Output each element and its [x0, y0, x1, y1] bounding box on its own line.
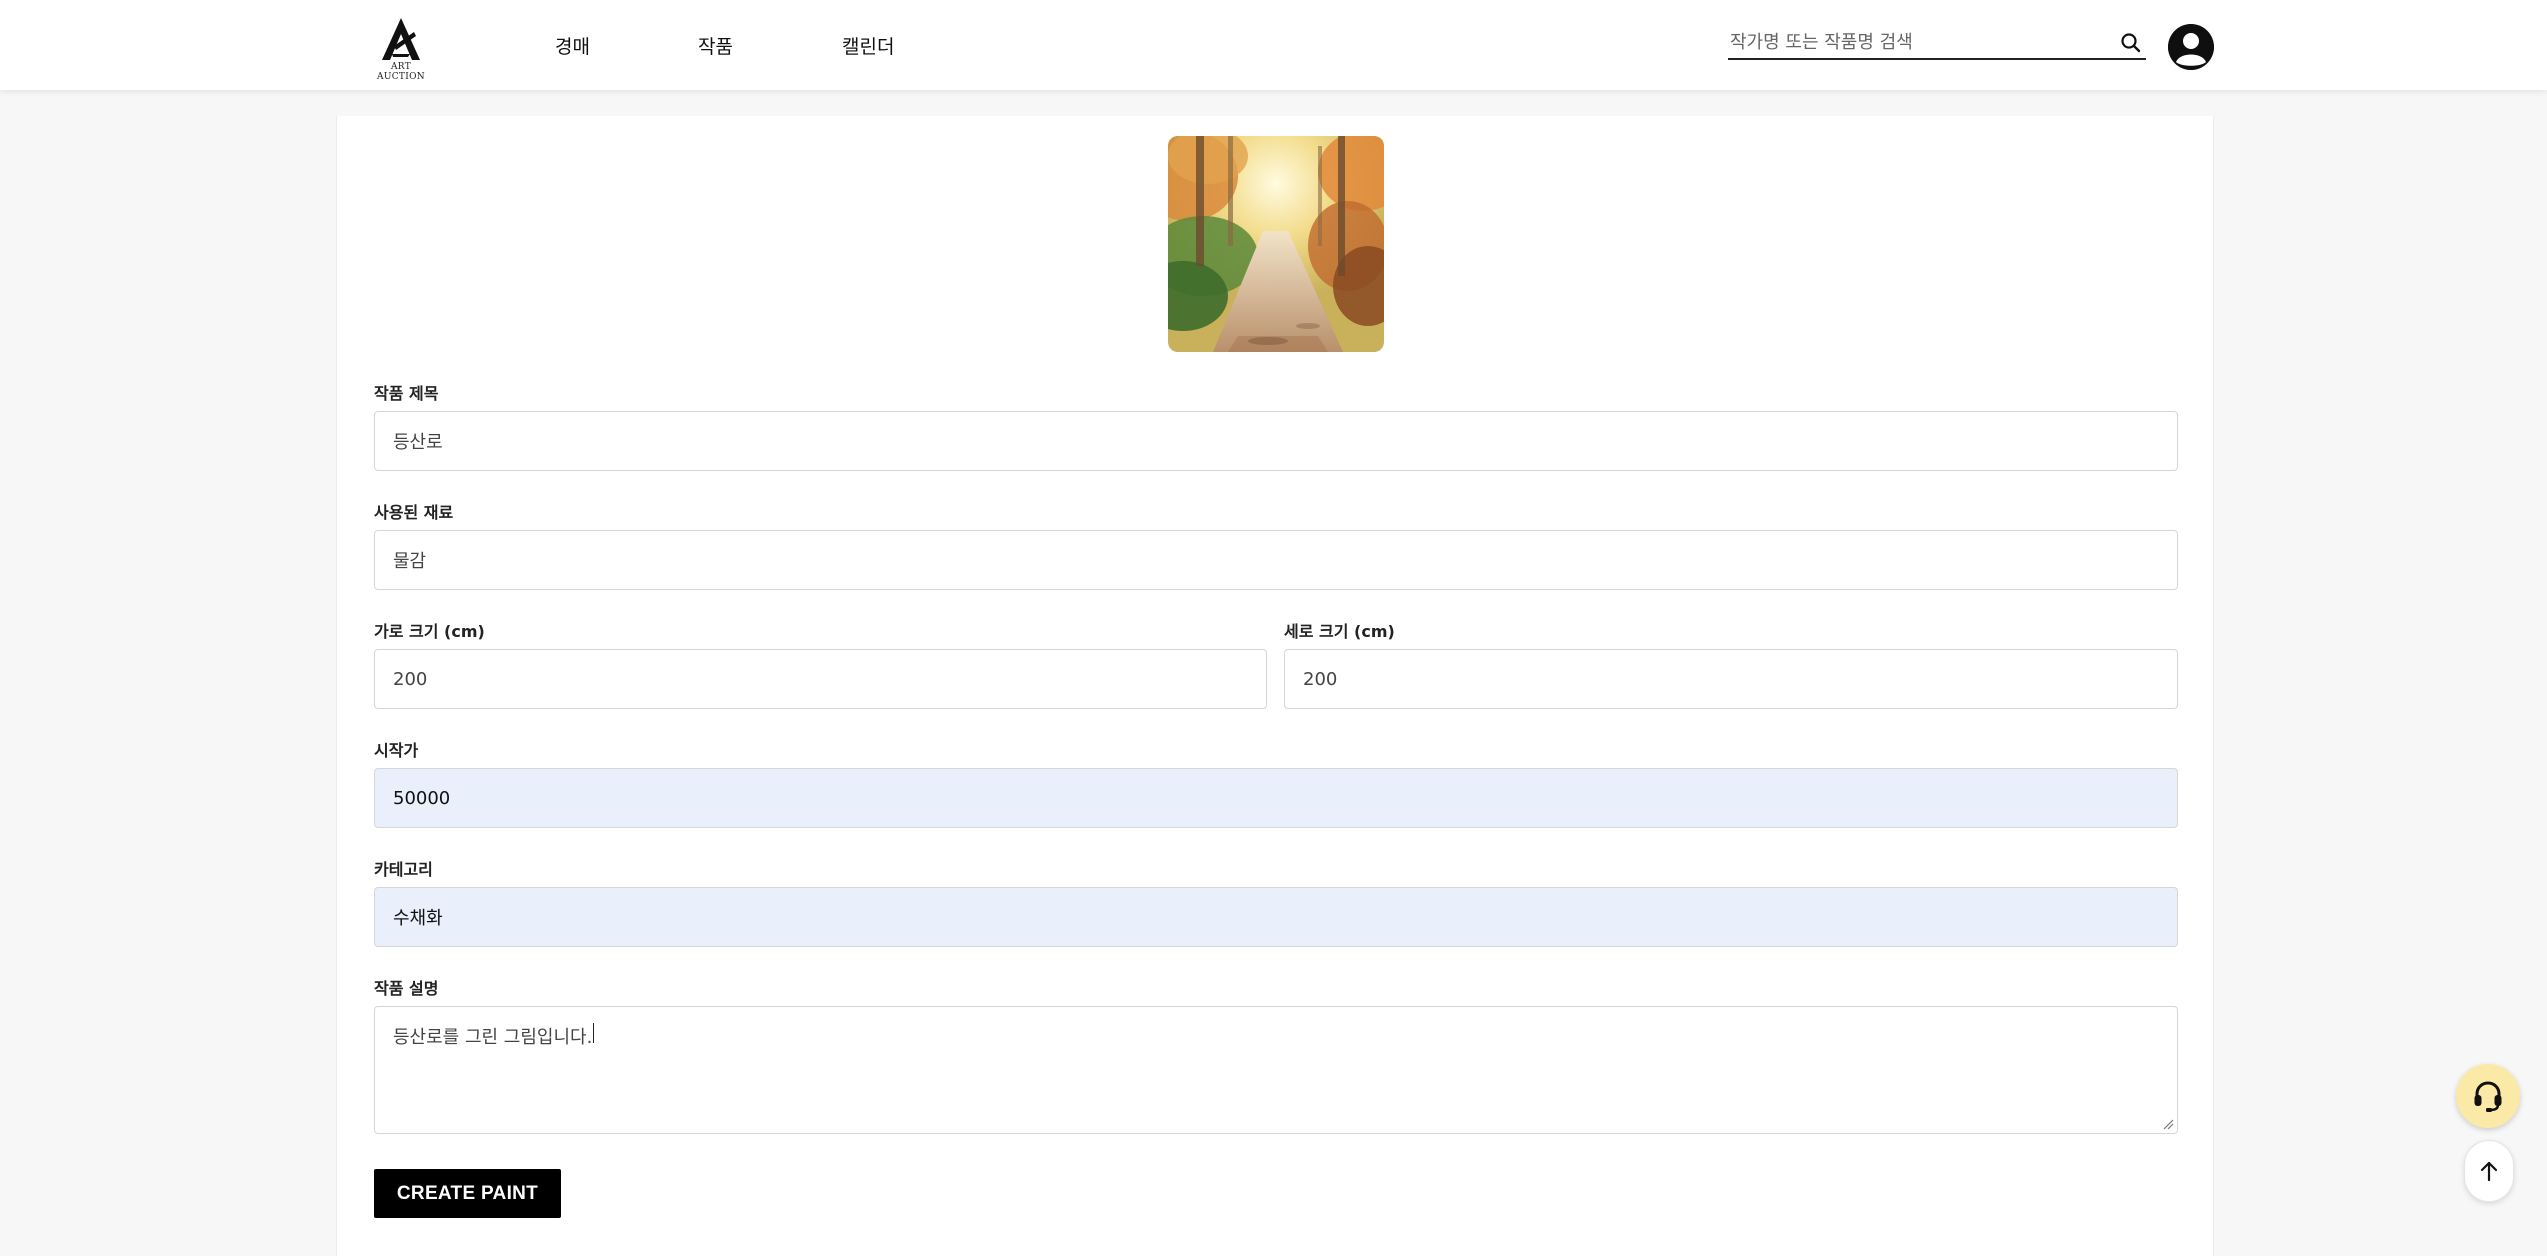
title-input[interactable]: 등산로: [374, 411, 2178, 471]
title-label: 작품 제목: [374, 384, 439, 403]
logo-text: ART AUCTION: [377, 62, 425, 82]
height-input[interactable]: 200: [1284, 649, 2178, 709]
width-label: 가로 크기 (cm): [374, 622, 485, 641]
top-header: ART AUCTION 경매 작품 캘린더: [0, 0, 2547, 90]
search-icon[interactable]: [2120, 32, 2142, 54]
description-label: 작품 설명: [374, 979, 439, 998]
create-artwork-panel: 작품 제목 등산로 사용된 재료 물감 가로 크기 (cm) 200 세로 크기…: [336, 116, 2214, 1256]
height-label: 세로 크기 (cm): [1284, 622, 1395, 641]
text-caret: [593, 1023, 595, 1043]
category-input[interactable]: 수채화: [374, 887, 2178, 947]
logo-mark-icon: [382, 18, 420, 60]
category-label: 카테고리: [374, 860, 433, 879]
create-paint-button[interactable]: CREATE PAINT: [374, 1169, 561, 1218]
nav-artworks[interactable]: 작품: [698, 32, 733, 59]
logo[interactable]: ART AUCTION: [366, 16, 436, 82]
artwork-preview-image: [1168, 136, 1384, 352]
nav-auction[interactable]: 경매: [555, 32, 590, 59]
price-input[interactable]: 50000: [374, 768, 2178, 828]
description-text: 등산로를 그린 그림입니다.: [393, 1027, 593, 1048]
description-textarea[interactable]: 등산로를 그린 그림입니다.: [374, 1006, 2178, 1134]
arrow-up-icon: [2480, 1161, 2498, 1182]
search-bar: [1728, 26, 2146, 60]
support-button[interactable]: [2456, 1064, 2520, 1128]
width-input[interactable]: 200: [374, 649, 1267, 709]
price-label: 시작가: [374, 741, 419, 760]
user-avatar[interactable]: [2168, 24, 2214, 70]
material-input[interactable]: 물감: [374, 530, 2178, 590]
headset-icon: [2474, 1081, 2502, 1112]
nav-calendar[interactable]: 캘린더: [842, 32, 894, 59]
material-label: 사용된 재료: [374, 503, 454, 522]
scroll-top-button[interactable]: [2464, 1140, 2514, 1202]
resize-handle-icon[interactable]: [2162, 1118, 2174, 1130]
user-icon: [2168, 24, 2214, 70]
search-input[interactable]: [1728, 26, 2098, 58]
